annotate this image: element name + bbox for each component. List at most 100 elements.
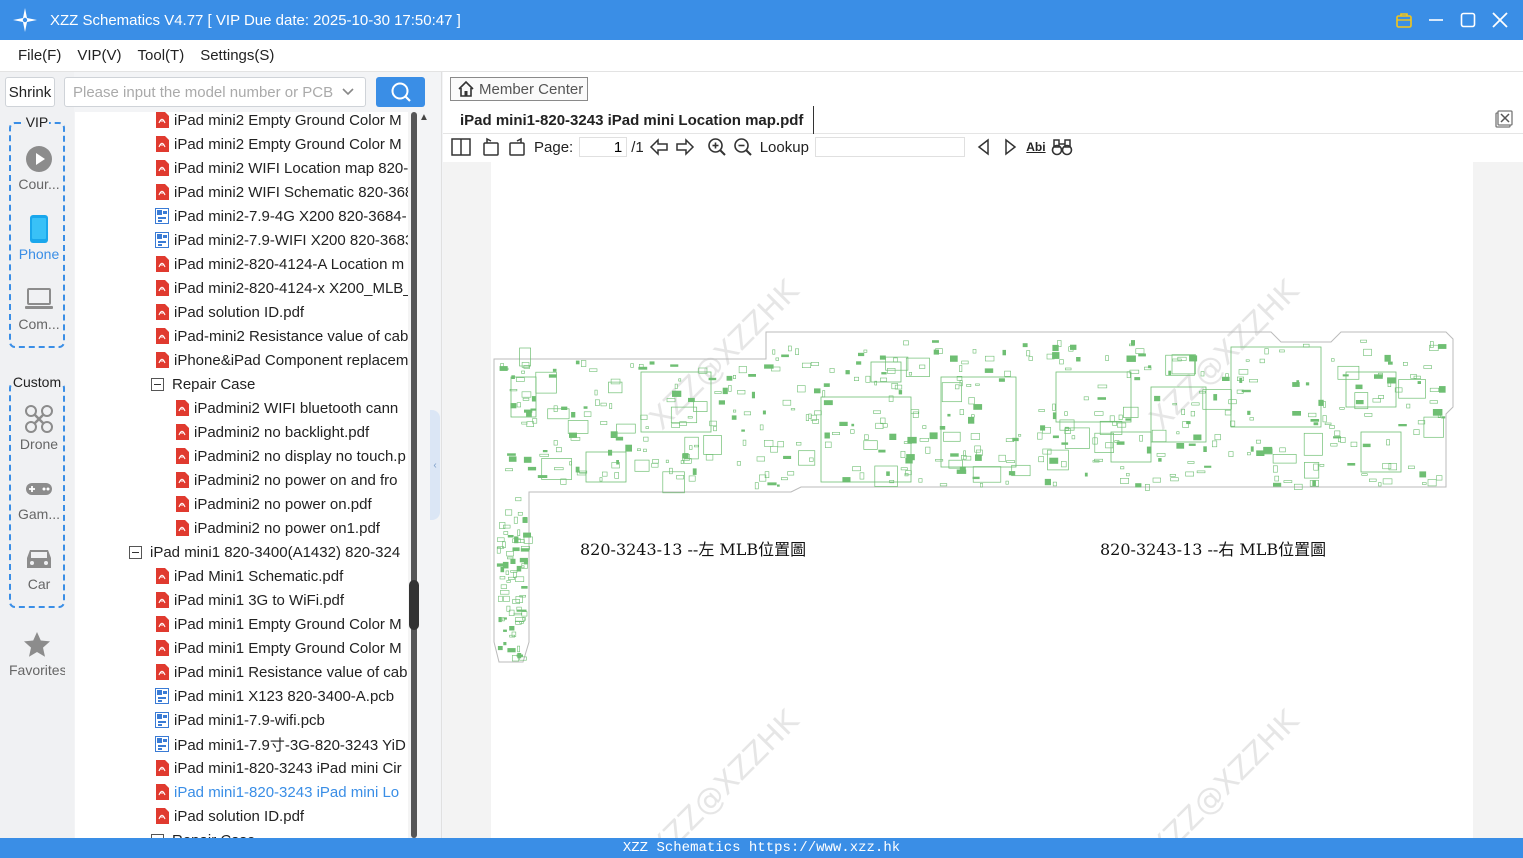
rail-item-phone[interactable]: Phone xyxy=(11,212,67,262)
tree-file[interactable]: iPad mini1-7.9-wifi.pcb xyxy=(155,708,325,732)
tree-file[interactable]: iPad mini2-7.9-4G X200 820-3684- xyxy=(155,204,407,228)
tree-file[interactable]: iPad Mini1 Schematic.pdf xyxy=(155,564,343,588)
vip-bag-icon[interactable] xyxy=(1393,6,1415,34)
tree-scrollbar[interactable] xyxy=(408,112,420,838)
tree-folder[interactable]: Repair Case xyxy=(151,828,255,838)
board-component xyxy=(756,456,765,462)
tree-file[interactable]: iPadmini2 no power on and fro xyxy=(175,468,397,492)
toggle-sidebar-icon[interactable] xyxy=(448,135,474,159)
member-center-label: Member Center xyxy=(479,80,584,98)
model-search-field[interactable] xyxy=(64,77,366,107)
board-component xyxy=(503,629,507,632)
board-component xyxy=(875,422,884,430)
close-document-icon[interactable] xyxy=(1495,110,1513,128)
board-component xyxy=(616,459,620,465)
search-input[interactable] xyxy=(73,83,337,101)
maximize-icon[interactable] xyxy=(1457,6,1479,34)
tree-file[interactable]: iPad mini1-820-3243 iPad mini Cir xyxy=(155,756,402,780)
board-component xyxy=(614,472,619,479)
close-icon[interactable] xyxy=(1489,6,1511,34)
prev-page-arrow-icon[interactable] xyxy=(646,135,672,159)
tree-file[interactable]: iPad mini2-7.9-WIFI X200 820-3683 xyxy=(155,228,408,252)
find-prev-icon[interactable] xyxy=(971,135,997,159)
zoom-in-icon[interactable] xyxy=(704,135,730,159)
board-component xyxy=(1116,441,1125,445)
doc-tab-active[interactable]: iPad mini1-820-3243 iPad mini Location m… xyxy=(451,106,815,134)
scroll-up-arrow[interactable]: ▲ xyxy=(418,112,430,126)
tree-file[interactable]: iPad solution ID.pdf xyxy=(155,804,304,828)
minimize-icon[interactable] xyxy=(1425,6,1447,34)
tree-file[interactable]: iPad mini2 WIFI Location map 820- xyxy=(155,156,408,180)
tree-file[interactable]: iPad mini2-820-4124-A Location m xyxy=(155,252,404,276)
menu-file[interactable]: File(F) xyxy=(18,47,61,64)
tree-file[interactable]: iPadmini2 no display no touch.p xyxy=(175,444,406,468)
tree-folder[interactable]: Repair Case xyxy=(151,372,255,396)
tree-file[interactable]: iPad mini2 Empty Ground Color M xyxy=(155,112,402,132)
board-component xyxy=(1061,442,1069,445)
board-component xyxy=(645,426,649,429)
find-text-icon[interactable]: Abi xyxy=(1023,135,1049,159)
board-chip xyxy=(1345,371,1397,408)
tree-scrollbar-thumb[interactable] xyxy=(409,580,419,630)
board-component xyxy=(907,436,917,444)
zoom-out-icon[interactable] xyxy=(730,135,756,159)
tree-file[interactable]: iPad mini1-7.9寸-3G-820-3243 YiD xyxy=(155,732,406,756)
pdf-canvas-area[interactable]: XZZ@XZZHK XZZ@XZZHK XZZ@XZZHK XZZ@XZZHK 820… xyxy=(443,162,1523,838)
search-button[interactable] xyxy=(376,77,425,107)
rail-item-courses[interactable]: Cour... xyxy=(11,142,67,192)
board-component xyxy=(521,391,532,398)
find-next-icon[interactable] xyxy=(997,135,1023,159)
tree-file[interactable]: iPad mini2 WIFI Schematic 820-368 xyxy=(155,180,408,204)
pdf-page[interactable]: XZZ@XZZHK XZZ@XZZHK XZZ@XZZHK XZZ@XZZHK 820… xyxy=(491,162,1473,838)
board-component xyxy=(517,529,521,536)
lookup-input[interactable] xyxy=(814,137,965,157)
tree-file[interactable]: iPadmini2 no power on.pdf xyxy=(175,492,372,516)
board-component xyxy=(974,445,981,453)
shrink-button[interactable]: Shrink xyxy=(5,77,55,107)
rail-item-favorites[interactable]: Favorites xyxy=(9,628,65,678)
rotate-right-icon[interactable] xyxy=(504,135,530,159)
binoculars-icon[interactable] xyxy=(1049,135,1075,159)
rail-item-game[interactable]: Gam... xyxy=(11,472,67,522)
board-component xyxy=(1156,453,1166,457)
collapse-toggle-icon[interactable] xyxy=(151,377,164,391)
next-page-arrow-icon[interactable] xyxy=(672,135,698,159)
collapse-toggle-icon[interactable] xyxy=(129,545,142,559)
tree-file[interactable]: iPadmini2 no power on1.pdf xyxy=(175,516,380,540)
tree-file[interactable]: iPadmini2 no backlight.pdf xyxy=(175,420,369,444)
page-number-input[interactable] xyxy=(579,137,628,157)
tree-file[interactable]: iPad mini2-820-4124-x X200_MLB_ xyxy=(155,276,408,300)
tree-file[interactable]: iPad mini1 Empty Ground Color M xyxy=(155,636,402,660)
board-component xyxy=(670,364,679,367)
menu-tool[interactable]: Tool(T) xyxy=(138,47,185,64)
tree-file[interactable]: iPad mini2 Empty Ground Color M xyxy=(155,132,402,156)
tree-item-label: iPadmini2 no power on1.pdf xyxy=(194,519,380,537)
board-component xyxy=(1148,365,1152,369)
tree-file[interactable]: iPad mini1 3G to WiFi.pdf xyxy=(155,588,344,612)
tree-file[interactable]: iPad solution ID.pdf xyxy=(155,300,304,324)
board-component xyxy=(891,383,898,390)
pcb-file-icon xyxy=(155,736,169,752)
board-component xyxy=(510,558,516,565)
rail-item-car[interactable]: Car xyxy=(11,542,67,592)
board-component xyxy=(1361,473,1368,476)
collapse-panel-handle[interactable]: ‹ xyxy=(430,410,440,520)
tree-file[interactable]: iPad mini1-820-3243 iPad mini Lo xyxy=(155,780,399,804)
board-box xyxy=(662,471,685,494)
pcb-file-icon xyxy=(155,688,169,704)
menu-settings[interactable]: Settings(S) xyxy=(200,47,274,64)
tree-file[interactable]: iPad-mini2 Resistance value of cab xyxy=(155,324,408,348)
rotate-left-icon[interactable] xyxy=(478,135,504,159)
tree-file[interactable]: iPhone&iPad Component replacem xyxy=(155,348,408,372)
rail-item-computer[interactable]: Com... xyxy=(11,282,67,332)
menu-vip[interactable]: VIP(V) xyxy=(77,47,121,64)
tree-file[interactable]: iPadmini2 WIFI bluetooth cann xyxy=(175,396,398,420)
tree-file[interactable]: iPad mini1 Resistance value of cab xyxy=(155,660,407,684)
tree-folder[interactable]: iPad mini1 820-3400(A1432) 820-324 xyxy=(129,540,400,564)
chevron-down-icon[interactable] xyxy=(341,84,355,102)
board-component xyxy=(689,445,693,450)
tree-file[interactable]: iPad mini1 Empty Ground Color M xyxy=(155,612,402,636)
rail-item-drone[interactable]: Drone xyxy=(11,402,67,452)
tree-file[interactable]: iPad mini1 X123 820-3400-A.pcb xyxy=(155,684,394,708)
member-center-button[interactable]: Member Center xyxy=(450,77,588,101)
